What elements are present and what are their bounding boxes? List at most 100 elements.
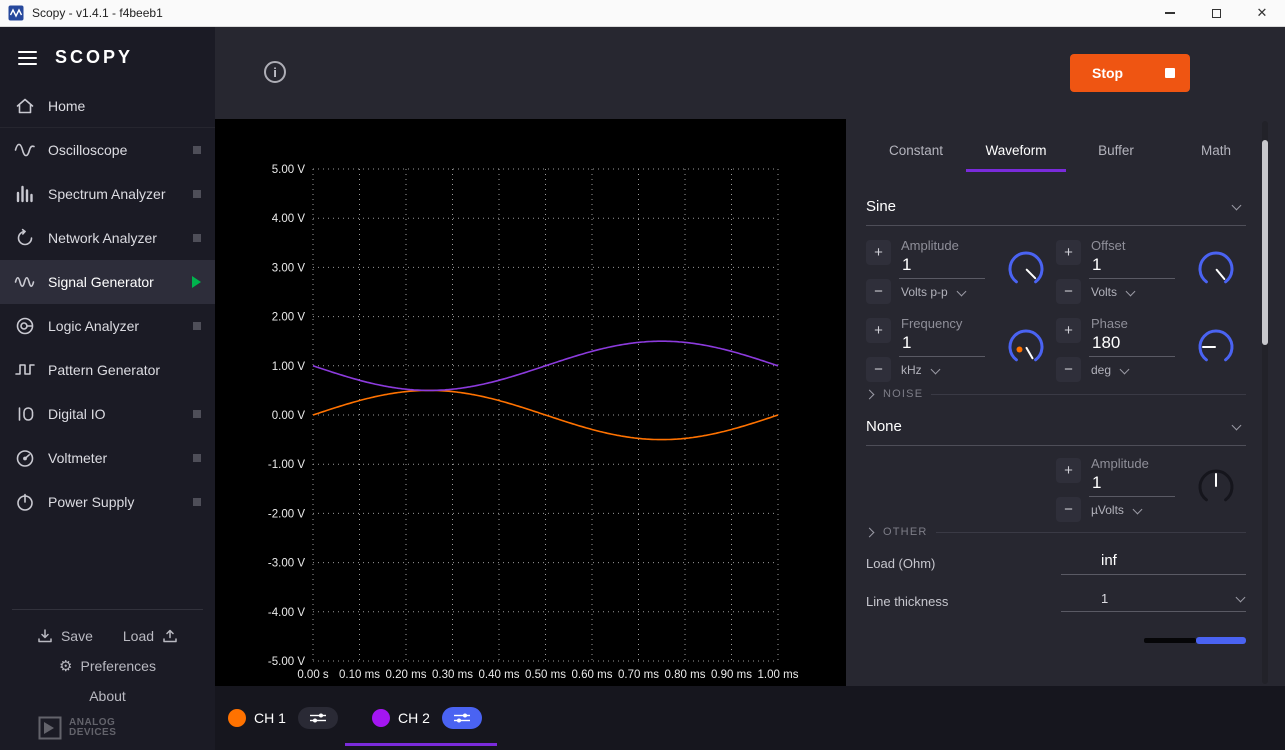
sidebar-item-logic-analyzer[interactable]: Logic Analyzer — [0, 304, 215, 348]
line-thickness-row: Line thickness 1 — [866, 591, 1246, 612]
noise-type-value: None — [866, 418, 902, 435]
stopped-indicator — [193, 234, 201, 242]
amplitude-knob[interactable] — [1003, 246, 1049, 292]
slider-track — [1144, 638, 1196, 643]
frequency-increment-button[interactable]: + — [866, 318, 891, 343]
load-ohm-row: Load (Ohm) — [866, 552, 1246, 575]
settings-sliders-icon — [453, 712, 471, 724]
amplitude-unit-select[interactable]: Volts p-p — [899, 285, 995, 299]
chevron-down-icon — [1232, 201, 1242, 211]
channel-1-label: CH 1 — [254, 710, 286, 726]
noise-type-select[interactable]: None — [866, 412, 1246, 446]
channel-2-settings-toggle[interactable] — [442, 707, 482, 729]
sidebar-item-network-analyzer[interactable]: Network Analyzer — [0, 216, 215, 260]
noise-amplitude-decrement-button[interactable]: − — [1056, 497, 1081, 522]
load-upload-icon — [162, 628, 178, 644]
spectrum-analyzer-icon — [14, 183, 36, 205]
sidebar-item-label: Spectrum Analyzer — [48, 186, 181, 202]
sidebar-divider — [12, 609, 203, 610]
offset-increment-button[interactable]: + — [1056, 240, 1081, 265]
load-ohm-input[interactable] — [1061, 552, 1246, 575]
close-button[interactable]: ✕ — [1239, 0, 1285, 26]
load-button[interactable]: Load — [123, 628, 178, 644]
brand-line2: DEVICES — [69, 727, 116, 738]
offset-decrement-button[interactable]: − — [1056, 279, 1081, 304]
sidebar-item-voltmeter[interactable]: Voltmeter — [0, 436, 215, 480]
tab-constant[interactable]: Constant — [866, 143, 966, 172]
channel-2-color-dot — [372, 709, 390, 727]
channel-1-color-dot — [228, 709, 246, 727]
frequency-decrement-button[interactable]: − — [866, 357, 891, 382]
sidebar-item-spectrum-analyzer[interactable]: Spectrum Analyzer — [0, 172, 215, 216]
phase-decrement-button[interactable]: − — [1056, 357, 1081, 382]
noise-amplitude-knob[interactable] — [1193, 464, 1239, 510]
offset-unit-select[interactable]: Volts — [1089, 285, 1185, 299]
y-axis-tick-label: 4.00 V — [272, 213, 306, 225]
hamburger-menu-icon[interactable] — [16, 49, 39, 67]
minimize-button[interactable] — [1147, 0, 1193, 26]
noise-amplitude-unit-select[interactable]: µVolts — [1089, 503, 1185, 517]
phase-input[interactable] — [1089, 331, 1175, 357]
noise-section-header[interactable]: NOISE — [866, 388, 1246, 400]
save-label: Save — [61, 628, 93, 644]
info-button[interactable]: i — [264, 61, 286, 83]
phase-knob[interactable] — [1193, 324, 1239, 370]
sidebar-item-power-supply[interactable]: Power Supply — [0, 480, 215, 524]
amplitude-decrement-button[interactable]: − — [866, 279, 891, 304]
panel-horizontal-slider[interactable] — [1144, 637, 1246, 644]
about-button[interactable]: About — [0, 688, 215, 704]
other-section-header[interactable]: OTHER — [866, 526, 1246, 538]
stopped-indicator — [193, 322, 201, 330]
save-button[interactable]: Save — [37, 628, 93, 644]
channel-2-handle[interactable]: CH 2 — [345, 686, 497, 750]
x-axis-tick-label: 0.00 s — [297, 669, 329, 681]
sidebar-item-signal-generator[interactable]: Signal Generator — [0, 260, 215, 304]
frequency-knob[interactable] — [1003, 324, 1049, 370]
panel-scrollbar-thumb[interactable] — [1262, 140, 1268, 345]
load-ohm-label: Load (Ohm) — [866, 556, 1061, 571]
chevron-down-icon — [930, 364, 940, 374]
phase-unit-select[interactable]: deg — [1089, 363, 1185, 377]
channel-1-handle[interactable]: CH 1 — [215, 686, 345, 750]
maximize-button[interactable] — [1193, 0, 1239, 26]
frequency-unit-select[interactable]: kHz — [899, 363, 995, 377]
frequency-input[interactable] — [899, 331, 985, 357]
amplitude-control: + − Amplitude Volts p-p — [866, 238, 1056, 304]
offset-input[interactable] — [1089, 253, 1175, 279]
x-axis-tick-label: 0.30 ms — [432, 669, 473, 681]
adi-triangle-icon — [38, 716, 62, 740]
stopped-indicator — [193, 498, 201, 506]
x-axis-tick-label: 0.10 ms — [339, 669, 380, 681]
line-thickness-select[interactable]: 1 — [1061, 591, 1246, 612]
amplitude-increment-button[interactable]: + — [866, 240, 891, 265]
tab-math[interactable]: Math — [1166, 143, 1266, 172]
stop-run-button[interactable]: Stop — [1070, 54, 1190, 92]
sidebar-item-oscilloscope[interactable]: Oscilloscope — [0, 128, 215, 172]
sidebar-item-home[interactable]: Home — [0, 84, 215, 128]
channel-2-label: CH 2 — [398, 710, 430, 726]
signal-plot[interactable]: 5.00 V4.00 V3.00 V2.00 V1.00 V0.00 V-1.0… — [215, 119, 846, 686]
channel-1-settings-toggle[interactable] — [298, 707, 338, 729]
chevron-down-icon — [1232, 421, 1242, 431]
preferences-button[interactable]: ⚙ Preferences — [0, 658, 215, 674]
titlebar-left: Scopy - v1.4.1 - f4beeb1 — [0, 5, 1147, 21]
noise-amplitude-input[interactable] — [1089, 471, 1175, 497]
waveform-type-select[interactable]: Sine — [866, 192, 1246, 226]
sidebar-item-label: Logic Analyzer — [48, 318, 181, 334]
amplitude-input[interactable] — [899, 253, 985, 279]
noise-amplitude-increment-button[interactable]: + — [1056, 458, 1081, 483]
chevron-down-icon — [1132, 504, 1142, 514]
sidebar-item-pattern-generator[interactable]: Pattern Generator — [0, 348, 215, 392]
offset-knob[interactable] — [1193, 246, 1239, 292]
tab-waveform[interactable]: Waveform — [966, 143, 1066, 172]
phase-increment-button[interactable]: + — [1056, 318, 1081, 343]
offset-control: + − Offset Volts — [1056, 238, 1246, 304]
tab-buffer[interactable]: Buffer — [1066, 143, 1166, 172]
sidebar: SCOPY Home Oscilloscope Spectrum Analyze… — [0, 27, 215, 750]
save-download-icon — [37, 628, 53, 644]
stopped-indicator — [193, 410, 201, 418]
sidebar-item-digital-io[interactable]: Digital IO — [0, 392, 215, 436]
settings-sliders-icon — [309, 712, 327, 724]
slider-thumb[interactable] — [1196, 637, 1246, 644]
channel-bar: CH 1 CH 2 — [215, 686, 1285, 750]
